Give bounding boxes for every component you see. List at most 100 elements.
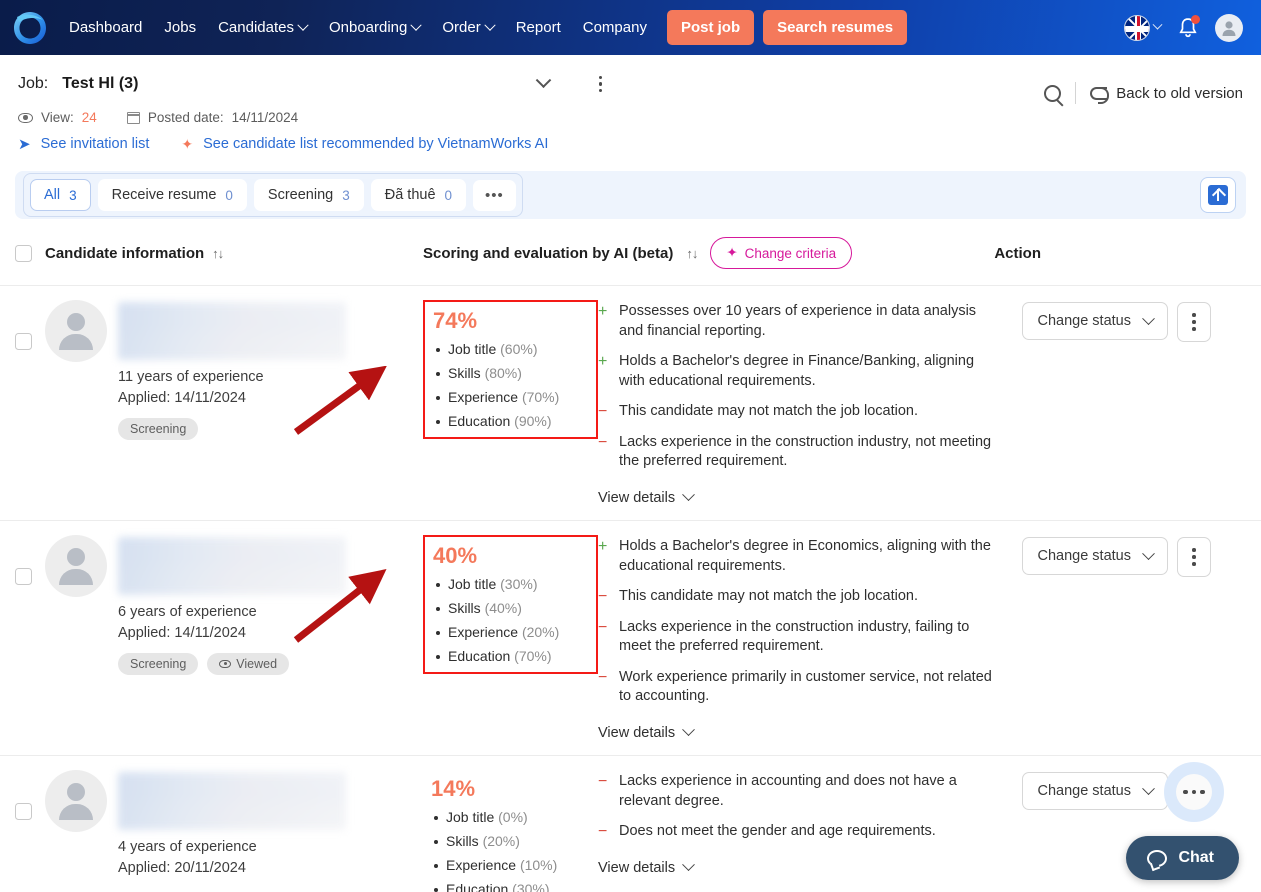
language-selector[interactable] bbox=[1124, 14, 1163, 41]
nav-item-candidates[interactable]: Candidates bbox=[207, 13, 318, 42]
ai-evaluation-cell: − Lacks experience in accounting and does… bbox=[598, 770, 998, 892]
row-more-menu-button[interactable] bbox=[1177, 302, 1211, 342]
uk-flag-icon bbox=[1124, 14, 1150, 41]
post-job-button[interactable]: Post job bbox=[666, 10, 755, 45]
job-more-menu-button[interactable] bbox=[587, 69, 613, 99]
nav-item-report[interactable]: Report bbox=[505, 13, 572, 42]
status-tab-bar: All 3 Receive resume 0 Screening 3 Đã th… bbox=[15, 171, 1246, 219]
chat-label: Chat bbox=[1178, 849, 1214, 866]
plus-icon: + bbox=[598, 353, 608, 370]
tab-label: Receive resume bbox=[111, 187, 217, 203]
view-details-button[interactable]: View details bbox=[598, 488, 998, 506]
breakdown-item: Job title (30%) bbox=[433, 572, 588, 596]
viewed-badge: Viewed bbox=[207, 653, 290, 675]
tab-count: 3 bbox=[69, 187, 77, 203]
breakdown-item: Experience (70%) bbox=[433, 385, 588, 409]
candidate-list: 11 years of experience Applied: 14/11/20… bbox=[0, 286, 1261, 892]
evaluation-item: − This candidate may not match the job lo… bbox=[598, 403, 919, 420]
search-icon[interactable] bbox=[1044, 84, 1062, 102]
nav-item-order[interactable]: Order bbox=[431, 13, 504, 42]
view-count: 24 bbox=[81, 110, 97, 125]
badge-label: Screening bbox=[130, 422, 187, 436]
candidate-badges: Screening Viewed bbox=[118, 653, 346, 675]
tab-count: 0 bbox=[444, 187, 453, 203]
table-row: 4 years of experience Applied: 20/11/202… bbox=[0, 756, 1261, 892]
upload-button[interactable] bbox=[1200, 177, 1236, 213]
view-details-button[interactable]: View details bbox=[598, 858, 998, 876]
sparkle-icon: ✦ bbox=[181, 135, 194, 152]
row-checkbox[interactable] bbox=[15, 568, 32, 585]
header-actions: Back to old version bbox=[1044, 82, 1243, 104]
candidate-name-redacted bbox=[118, 772, 346, 830]
nav-item-jobs[interactable]: Jobs bbox=[153, 13, 207, 42]
score-breakdown: Job title (30%) Skills (40%) Experience … bbox=[433, 572, 588, 668]
nav-item-onboarding[interactable]: Onboarding bbox=[318, 13, 431, 42]
tab-screening[interactable]: Screening 3 bbox=[253, 179, 364, 211]
posted-label: Posted date: bbox=[147, 110, 224, 125]
sort-icon[interactable]: ↑↓ bbox=[212, 246, 224, 261]
action-cell: Change status bbox=[1022, 300, 1246, 520]
chat-widget-button[interactable]: Chat bbox=[1126, 836, 1239, 880]
nav-item-dashboard[interactable]: Dashboard bbox=[58, 13, 153, 42]
job-expand-chevron-icon[interactable] bbox=[536, 71, 552, 88]
breakdown-item: Experience (20%) bbox=[433, 620, 588, 644]
nav-label: Company bbox=[582, 19, 647, 36]
view-details-button[interactable]: View details bbox=[598, 723, 998, 741]
avatar bbox=[45, 300, 107, 362]
breakdown-item: Skills (40%) bbox=[433, 596, 588, 620]
change-status-button[interactable]: Change status bbox=[1022, 537, 1168, 575]
change-status-button[interactable]: Change status bbox=[1022, 772, 1168, 810]
view-label: View: bbox=[41, 110, 74, 125]
candidate-applied-date: Applied: 14/11/2024 bbox=[118, 390, 246, 406]
candidate-name-redacted bbox=[118, 302, 346, 360]
tab-da-thue[interactable]: Đã thuê 0 bbox=[370, 179, 467, 211]
minus-icon: − bbox=[598, 773, 608, 790]
calendar-icon bbox=[126, 111, 140, 124]
notification-dot bbox=[1191, 14, 1200, 24]
score-cell: 40% Job title (30%) Skills (40%) Experie… bbox=[423, 535, 598, 755]
upload-icon bbox=[1208, 185, 1228, 205]
eye-icon bbox=[18, 112, 33, 123]
row-checkbox[interactable] bbox=[15, 333, 32, 350]
back-label: Back to old version bbox=[1116, 84, 1243, 102]
chevron-down-icon bbox=[682, 858, 695, 872]
candidate-experience: 11 years of experience bbox=[118, 369, 264, 385]
candidate-badges: Screening bbox=[118, 418, 346, 440]
evaluation-item: − Lacks experience in the construction in… bbox=[598, 618, 998, 657]
action-cell: Change status bbox=[1022, 535, 1246, 755]
vietnamworks-logo[interactable] bbox=[10, 8, 50, 48]
row-more-menu-button[interactable] bbox=[1177, 537, 1211, 577]
user-avatar-button[interactable] bbox=[1215, 13, 1243, 42]
nav-label: Onboarding bbox=[328, 19, 408, 36]
change-criteria-button[interactable]: ✦ Change criteria bbox=[710, 237, 853, 269]
change-status-button[interactable]: Change status bbox=[1022, 302, 1168, 340]
see-invitation-list-link[interactable]: See invitation list bbox=[41, 136, 150, 152]
row-more-menu-button[interactable] bbox=[1164, 762, 1224, 822]
undo-icon bbox=[1090, 86, 1110, 104]
notification-bell-button[interactable] bbox=[1177, 14, 1200, 40]
tab-more-button[interactable]: ••• bbox=[473, 179, 516, 211]
evaluation-item: − Lacks experience in accounting and does… bbox=[598, 772, 998, 811]
search-resumes-button[interactable]: Search resumes bbox=[763, 10, 908, 45]
tab-all[interactable]: All 3 bbox=[30, 179, 91, 211]
sort-icon[interactable]: ↑↓ bbox=[686, 246, 698, 261]
job-header: Job: Test Hl (3) View: 24 Posted date: 1… bbox=[0, 55, 1261, 157]
nav-item-company[interactable]: Company bbox=[572, 13, 658, 42]
chevron-down-icon bbox=[682, 723, 695, 737]
ai-recommendation-link[interactable]: See candidate list recommended by Vietna… bbox=[203, 136, 548, 152]
back-to-old-version-button[interactable]: Back to old version bbox=[1090, 84, 1243, 104]
divider bbox=[1075, 82, 1077, 104]
tab-receive-resume[interactable]: Receive resume 0 bbox=[97, 179, 247, 211]
chevron-down-icon bbox=[410, 19, 423, 31]
chevron-down-icon bbox=[1142, 311, 1155, 325]
select-all-checkbox[interactable] bbox=[15, 244, 32, 262]
score-box: 14% Job title (0%) Skills (20%) Experien… bbox=[423, 770, 598, 892]
posted-date: 14/11/2024 bbox=[231, 110, 299, 125]
candidate-info-cell: 11 years of experience Applied: 14/11/20… bbox=[45, 300, 423, 520]
avatar bbox=[45, 535, 107, 597]
column-label: Scoring and evaluation by AI (beta) bbox=[423, 244, 674, 262]
minus-icon: − bbox=[598, 433, 608, 451]
sparkle-icon: ✦ bbox=[726, 245, 738, 260]
score-cell: 74% Job title (60%) Skills (80%) Experie… bbox=[423, 300, 598, 520]
row-checkbox[interactable] bbox=[15, 803, 32, 820]
